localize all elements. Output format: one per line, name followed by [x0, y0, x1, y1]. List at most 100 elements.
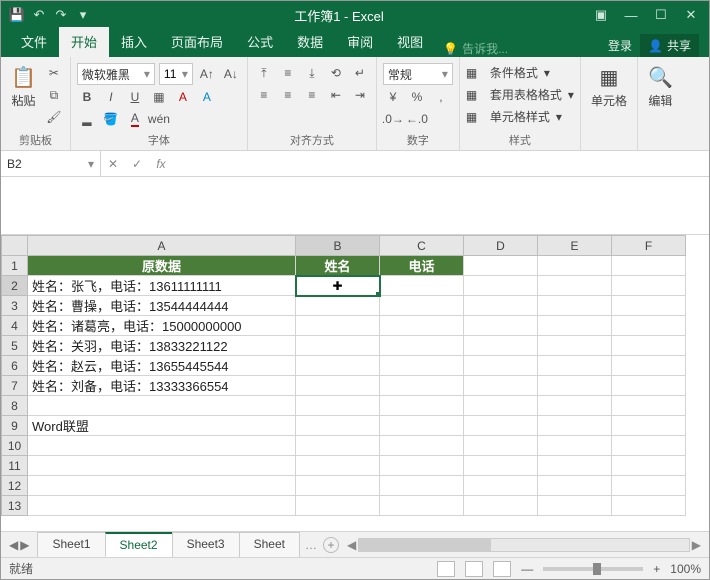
view-break-icon[interactable]	[493, 561, 511, 577]
cell-B12[interactable]	[296, 476, 380, 496]
row-header-5[interactable]: 5	[2, 336, 28, 356]
col-header-A[interactable]: A	[28, 236, 296, 256]
cell-D13[interactable]	[464, 496, 538, 516]
editing-button[interactable]: 🔍编辑	[644, 63, 677, 111]
format-painter-icon[interactable]: 🖌	[44, 107, 64, 127]
cell-F12[interactable]	[612, 476, 686, 496]
cell-E1[interactable]	[538, 256, 612, 276]
comma-icon[interactable]: ,	[431, 87, 451, 107]
cell-E4[interactable]	[538, 316, 612, 336]
sheet-tab-sheet1[interactable]: Sheet1	[37, 532, 105, 557]
minimize-icon[interactable]: —	[617, 4, 645, 26]
number-format-combo[interactable]: 常规▾	[383, 63, 453, 85]
cell-C9[interactable]	[380, 416, 464, 436]
sheet-more-icon[interactable]: …	[299, 538, 323, 552]
cell-B3[interactable]	[296, 296, 380, 316]
cells-button[interactable]: ▦单元格	[587, 63, 631, 111]
inc-decimal-icon[interactable]: .0→	[383, 109, 403, 129]
cell-D12[interactable]	[464, 476, 538, 496]
row-header-3[interactable]: 3	[2, 296, 28, 316]
align-bottom-icon[interactable]: ⤓	[302, 63, 322, 83]
tab-insert[interactable]: 插入	[109, 27, 159, 57]
cell-F1[interactable]	[612, 256, 686, 276]
row-header-6[interactable]: 6	[2, 356, 28, 376]
zoom-out-icon[interactable]: —	[521, 562, 533, 576]
font-name-combo[interactable]: 微软雅黑▾	[77, 63, 155, 85]
scroll-left-icon[interactable]: ◀	[345, 538, 358, 552]
cancel-formula-icon[interactable]: ✕	[101, 157, 125, 171]
cell-E9[interactable]	[538, 416, 612, 436]
cell-D3[interactable]	[464, 296, 538, 316]
redo-icon[interactable]: ↷	[53, 7, 69, 23]
cell-D7[interactable]	[464, 376, 538, 396]
align-center-icon[interactable]: ≡	[278, 85, 298, 105]
cell-A4[interactable]: 姓名：诸葛亮，电话：15000000000	[28, 316, 296, 336]
cell-F6[interactable]	[612, 356, 686, 376]
font-color-b-icon[interactable]: A	[197, 87, 217, 107]
add-sheet-icon[interactable]: +	[323, 537, 339, 553]
cell-A12[interactable]	[28, 476, 296, 496]
row-header-9[interactable]: 9	[2, 416, 28, 436]
cell-F4[interactable]	[612, 316, 686, 336]
row-header-10[interactable]: 10	[2, 436, 28, 456]
cell-style-button[interactable]: ▦单元格样式 ▾	[466, 107, 562, 126]
chevron-down-icon[interactable]: ▾	[88, 157, 94, 171]
cell-C1[interactable]: 电话	[380, 256, 464, 276]
cell-E5[interactable]	[538, 336, 612, 356]
cell-D11[interactable]	[464, 456, 538, 476]
maximize-icon[interactable]: ☐	[647, 4, 675, 26]
copy-icon[interactable]: ⧉	[44, 85, 64, 105]
share-button[interactable]: 👤共享	[640, 34, 699, 57]
cell-C7[interactable]	[380, 376, 464, 396]
sheet-nav-next-icon[interactable]: ▶	[20, 538, 29, 552]
cell-C8[interactable]	[380, 396, 464, 416]
tab-formula[interactable]: 公式	[235, 27, 285, 57]
cell-A11[interactable]	[28, 456, 296, 476]
align-right-icon[interactable]: ≡	[302, 85, 322, 105]
cell-F8[interactable]	[612, 396, 686, 416]
font-color-icon[interactable]: A	[125, 109, 145, 129]
cell-B10[interactable]	[296, 436, 380, 456]
sheet-tab-sheet3[interactable]: Sheet3	[172, 532, 240, 557]
view-normal-icon[interactable]	[437, 561, 455, 577]
conditional-format-button[interactable]: ▦条件格式 ▾	[466, 63, 550, 82]
cell-F5[interactable]	[612, 336, 686, 356]
cell-A13[interactable]	[28, 496, 296, 516]
paste-button[interactable]: 📋粘贴	[7, 63, 40, 111]
cell-D4[interactable]	[464, 316, 538, 336]
zoom-slider[interactable]	[543, 567, 643, 571]
italic-button[interactable]: I	[101, 87, 121, 107]
col-header-E[interactable]: E	[538, 236, 612, 256]
tab-review[interactable]: 审阅	[335, 27, 385, 57]
underline-button[interactable]: U	[125, 87, 145, 107]
sheet-tab-sheet4[interactable]: Sheet	[239, 532, 300, 557]
cell-F7[interactable]	[612, 376, 686, 396]
cell-E13[interactable]	[538, 496, 612, 516]
cell-D5[interactable]	[464, 336, 538, 356]
tab-home[interactable]: 开始	[59, 27, 109, 57]
cell-A2[interactable]: 姓名：张飞，电话：13611111111	[28, 276, 296, 296]
font-size-combo[interactable]: 11▾	[159, 63, 193, 85]
cell-C12[interactable]	[380, 476, 464, 496]
cell-E6[interactable]	[538, 356, 612, 376]
cell-D8[interactable]	[464, 396, 538, 416]
horizontal-scrollbar[interactable]: ◀ ▶	[339, 538, 709, 552]
save-icon[interactable]: 💾	[9, 7, 25, 23]
merge-icon[interactable]: ⇥	[350, 85, 370, 105]
cell-C13[interactable]	[380, 496, 464, 516]
cell-B5[interactable]	[296, 336, 380, 356]
row-header-8[interactable]: 8	[2, 396, 28, 416]
spreadsheet-grid[interactable]: ABCDEF1原数据姓名电话2姓名：张飞，电话：13611111111✚3姓名：…	[1, 235, 709, 531]
zoom-in-icon[interactable]: +	[653, 562, 660, 576]
row-header-7[interactable]: 7	[2, 376, 28, 396]
align-left-icon[interactable]: ≡	[254, 85, 274, 105]
col-header-C[interactable]: C	[380, 236, 464, 256]
login-link[interactable]: 登录	[608, 37, 632, 54]
sheet-nav-prev-icon[interactable]: ◀	[9, 538, 18, 552]
accept-formula-icon[interactable]: ✓	[125, 157, 149, 171]
row-header-2[interactable]: 2	[2, 276, 28, 296]
cell-B13[interactable]	[296, 496, 380, 516]
cell-C10[interactable]	[380, 436, 464, 456]
tab-data[interactable]: 数据	[285, 27, 335, 57]
grow-font-icon[interactable]: A↑	[197, 64, 217, 84]
